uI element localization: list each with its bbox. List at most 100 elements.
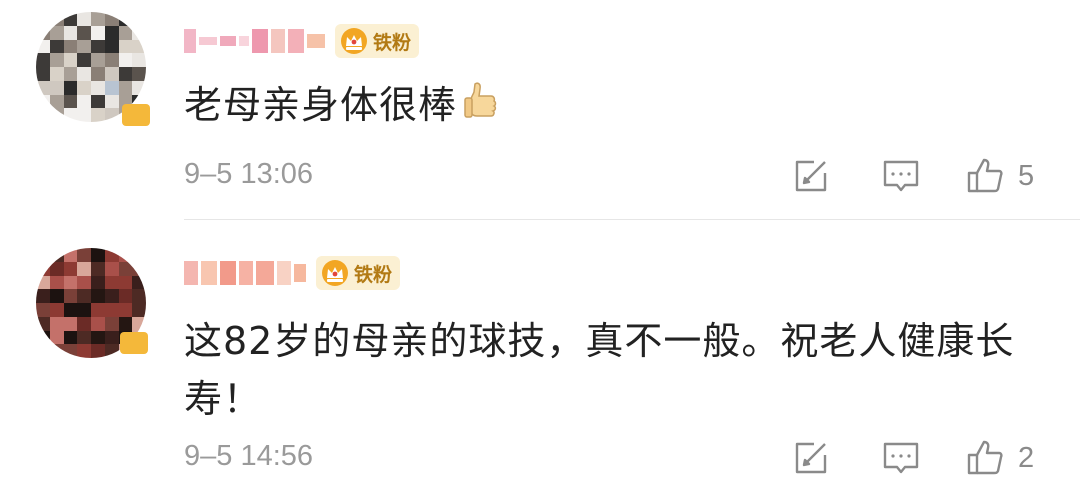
avatar-mosaic-cell [77, 303, 91, 317]
avatar-mosaic-cell [63, 303, 78, 317]
avatar-mosaic-cell [104, 94, 119, 109]
avatar-mosaic-cell [132, 39, 146, 54]
avatar-mosaic-cell [49, 39, 64, 54]
comment-text: 这82岁的母亲的球技，真不一般。祝老人健康长寿！ [184, 312, 1064, 428]
comment-body: 这82岁的母亲的球技，真不一般。祝老人健康长寿！ [184, 319, 1015, 421]
avatar-mosaic-cell [91, 303, 105, 317]
avatar-mosaic-cell [91, 316, 105, 331]
avatar-mosaic-cell [63, 275, 78, 290]
avatar-mosaic-cell [49, 275, 64, 290]
avatar-mosaic-cell [118, 12, 133, 26]
avatar-mosaic-cell [132, 261, 146, 276]
avatar-mosaic-cell [77, 39, 91, 54]
avatar-mosaic-cell [91, 94, 105, 109]
avatar-mosaic-cell [63, 80, 78, 95]
like-button[interactable]: 5 [966, 156, 1034, 196]
avatar-mosaic-cell [63, 108, 78, 122]
avatar-mosaic-cell [91, 248, 105, 262]
avatar-mosaic-cell [63, 261, 78, 276]
avatar-mosaic-cell [77, 12, 91, 26]
avatar-mosaic-cell [104, 53, 119, 67]
avatar-mosaic-cell [104, 80, 119, 95]
avatar-mosaic-cell [104, 330, 119, 345]
like-button[interactable]: 2 [966, 438, 1034, 478]
avatar-mosaic-cell [36, 80, 50, 95]
vip-icon [122, 104, 150, 126]
avatar-mosaic-cell [132, 275, 146, 290]
avatar-mosaic-cell [91, 39, 105, 54]
avatar-mosaic-cell [132, 303, 146, 317]
avatar-mosaic-cell [36, 344, 50, 358]
avatar-mosaic-cell [77, 289, 91, 303]
reply-icon [883, 442, 919, 474]
avatar-mosaic-cell [63, 344, 78, 358]
avatar-mosaic-cell [49, 303, 64, 317]
avatar-mosaic-cell [49, 25, 64, 40]
avatar-mosaic-cell [132, 289, 146, 303]
avatar-mosaic-cell [91, 108, 105, 122]
avatar-mosaic-cell [49, 316, 64, 331]
avatar-mosaic-cell [49, 289, 64, 303]
avatar-mosaic-cell [118, 53, 133, 67]
avatar-mosaic-cell [91, 12, 105, 26]
badge-label: 铁粉 [373, 31, 412, 54]
avatar-mosaic-cell [77, 94, 91, 109]
avatar-mosaic-cell [77, 53, 91, 67]
avatar-mosaic-cell [77, 344, 91, 358]
avatar-mosaic-cell [63, 289, 78, 303]
username-pixelated [184, 27, 325, 55]
avatar-mosaic-cell [49, 12, 64, 26]
username-pixelated [184, 259, 306, 287]
avatar-mosaic-cell [63, 248, 78, 262]
avatar-mosaic-cell [36, 25, 50, 40]
reply-button[interactable] [882, 156, 920, 196]
avatar-mosaic-cell [91, 67, 105, 81]
reply-button[interactable] [882, 438, 920, 478]
avatar-mosaic-cell [77, 330, 91, 345]
avatar-mosaic-cell [132, 67, 146, 81]
avatar-mosaic-cell [118, 39, 133, 54]
share-icon [795, 442, 827, 474]
like-icon [967, 440, 1003, 475]
share-button[interactable] [792, 438, 830, 478]
avatar-mosaic-cell [118, 67, 133, 81]
avatar-mosaic-cell [77, 25, 91, 40]
avatar-mosaic-cell [91, 344, 105, 358]
username[interactable]: 铁粉 [184, 256, 401, 290]
avatar-mosaic-cell [118, 261, 133, 276]
avatar-mosaic-cell [49, 248, 64, 262]
avatar-mosaic-cell [104, 261, 119, 276]
timestamp: 9–5 14:56 [184, 440, 314, 472]
avatar-mosaic-cell [91, 261, 105, 276]
avatar-mosaic-cell [104, 67, 119, 81]
comment-meta: 9–5 14:56 2 [0, 438, 1080, 478]
avatar-mosaic-cell [118, 248, 133, 262]
avatar-mosaic-cell [36, 39, 50, 54]
avatar-mosaic-cell [91, 275, 105, 290]
avatar-mosaic-cell [104, 303, 119, 317]
avatar-mosaic-cell [118, 289, 133, 303]
avatar-mosaic-cell [91, 53, 105, 67]
avatar-mosaic-cell [104, 289, 119, 303]
avatar-mosaic-cell [49, 67, 64, 81]
share-button[interactable] [792, 156, 830, 196]
avatar-mosaic-cell [63, 53, 78, 67]
avatar-mosaic-cell [36, 53, 50, 67]
avatar-mosaic-cell [132, 80, 146, 95]
avatar-mosaic-cell [104, 39, 119, 54]
avatar-mosaic-cell [132, 248, 146, 262]
comment-body: 老母亲身体很棒 [184, 83, 458, 127]
avatar-mosaic-cell [49, 261, 64, 276]
crown-icon [341, 28, 367, 54]
comment-item: 铁粉 老母亲身体很棒 9–5 13:06 5 [0, 0, 1080, 220]
avatar-mosaic-cell [49, 53, 64, 67]
avatar-mosaic-cell [77, 275, 91, 290]
avatar-mosaic-cell [104, 25, 119, 40]
avatar-mosaic-cell [63, 94, 78, 109]
like-count: 5 [1018, 159, 1035, 192]
avatar-mosaic-cell [36, 316, 50, 331]
avatar-mosaic-cell [36, 289, 50, 303]
avatar-mosaic-cell [49, 94, 64, 109]
username[interactable]: 铁粉 [184, 24, 420, 58]
like-icon [967, 158, 1003, 193]
